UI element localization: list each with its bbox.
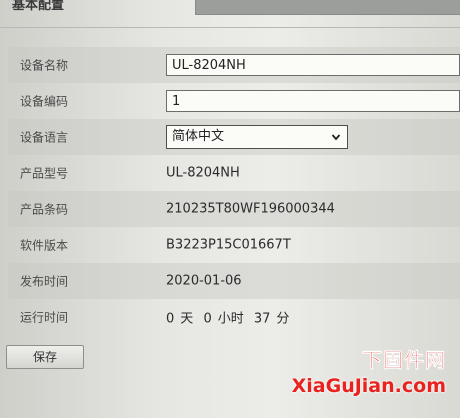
uptime-minutes-unit: 分 [276,311,290,327]
row-product-barcode: 产品条码 210235T80WF196000344 [8,191,460,227]
product-model-label: 产品型号 [20,166,69,181]
release-time-label: 发布时间 [20,274,69,289]
device-language-value: 简体中文 [172,129,225,144]
device-code-input[interactable] [166,90,460,112]
basic-config-page: 基本配置 设备名称 设备编码 设备语言 简体中文 产品型号 UL-8204NH [0,0,460,418]
uptime-minutes: 37 [253,311,271,327]
product-barcode-value: 210235T80WF196000344 [166,201,335,217]
product-barcode-label: 产品条码 [20,202,69,217]
device-language-label: 设备语言 [20,130,69,145]
chevron-down-icon [331,134,341,141]
watermark: 下固件网 XiaGuJian.com [292,344,446,397]
release-time-value: 2020-01-06 [166,273,242,289]
product-model-value: UL-8204NH [166,165,240,181]
top-bar [195,0,460,15]
device-code-label: 设备编码 [20,94,69,109]
device-language-select[interactable]: 简体中文 [166,125,348,149]
row-uptime: 运行时间 0天 0 小时 37 分 [8,299,460,335]
row-product-model: 产品型号 UL-8204NH [8,155,460,191]
watermark-line2: XiaGuJian.com [291,375,446,397]
software-version-label: 软件版本 [20,238,69,253]
row-device-language: 设备语言 简体中文 [8,119,460,155]
row-release-time: 发布时间 2020-01-06 [8,263,460,299]
uptime-days: 0 [166,311,175,327]
uptime-label: 运行时间 [20,310,69,325]
row-software-version: 软件版本 B3223P15C01667T [8,227,460,263]
title-divider [0,27,460,28]
row-device-name: 设备名称 [8,47,460,83]
uptime-hours-unit: 小时 [217,311,244,327]
row-device-code: 设备编码 [8,83,460,119]
section-title: 基本配置 [12,0,65,13]
uptime-hours: 0 [203,311,212,327]
watermark-line1: 下固件网 [362,348,446,372]
device-name-input[interactable] [166,54,460,76]
uptime-days-unit: 天 [180,311,194,327]
uptime-value: 0天 0 小时 37 分 [166,308,295,327]
save-button[interactable]: 保存 [6,345,84,369]
device-name-label: 设备名称 [20,58,69,73]
software-version-value: B3223P15C01667T [166,237,291,253]
